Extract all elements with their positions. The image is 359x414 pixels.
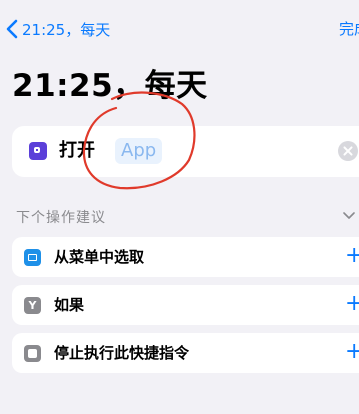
suggestion-label: 如果 [54,296,85,314]
suggestion-if[interactable]: 如果 + [12,285,359,325]
suggestion-choose-from-menu[interactable]: 从菜单中选取 + [12,237,359,277]
suggestion-label: 从菜单中选取 [54,248,145,266]
chevron-left-icon [6,19,18,39]
open-app-icon [29,142,47,160]
shortcut-editor-screen: 21:25，每天 完成 21:25，每天 打开 App 下个操作建议 从菜单中选… [0,0,359,414]
if-icon [24,297,41,314]
back-button[interactable]: 21:25，每天 [6,17,110,41]
page-title: 21:25，每天 [12,68,208,104]
add-icon[interactable]: + [345,339,359,365]
open-app-action[interactable]: 打开 App [12,126,359,177]
add-icon[interactable]: + [345,243,359,269]
add-icon[interactable]: + [345,291,359,317]
done-button[interactable]: 完成 [339,17,359,41]
suggestions-header: 下个操作建议 [16,210,106,226]
suggestion-stop-shortcut[interactable]: 停止执行此快捷指令 + [12,333,359,373]
suggestion-list: 从菜单中选取 + 如果 + 停止执行此快捷指令 + [12,237,359,381]
app-parameter-token[interactable]: App [115,138,163,164]
back-button-label: 21:25，每天 [22,20,111,39]
navigation-bar: 21:25，每天 完成 [0,14,359,44]
suggestion-label: 停止执行此快捷指令 [54,344,190,362]
menu-select-icon [24,249,41,266]
remove-action-icon[interactable] [338,141,358,161]
action-verb: 打开 [59,140,95,161]
stop-icon [24,345,41,362]
chevron-down-icon[interactable] [343,212,355,220]
